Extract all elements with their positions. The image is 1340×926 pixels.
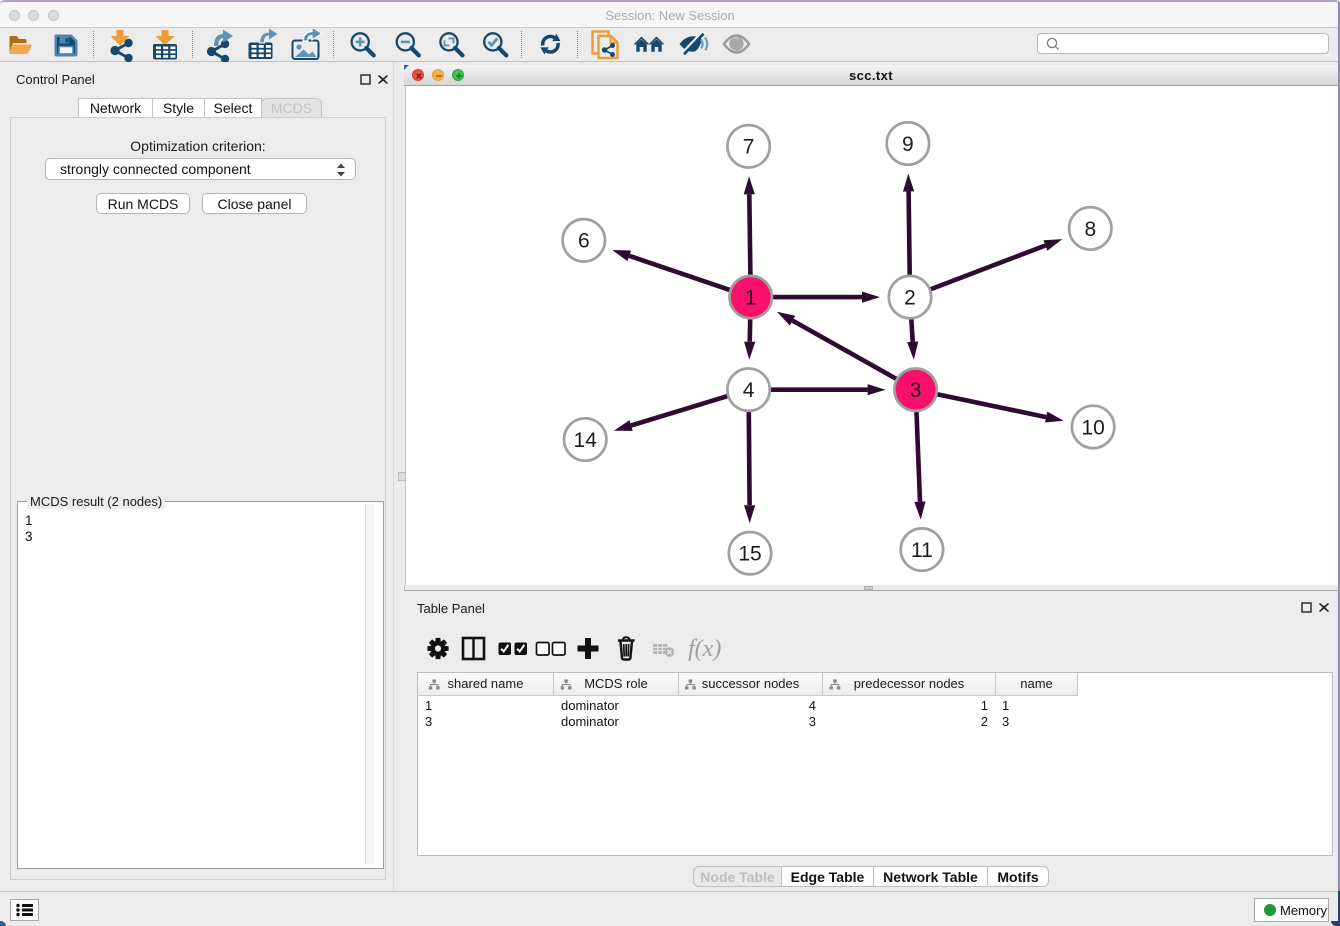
svg-text:11: 11 bbox=[911, 539, 933, 562]
svg-text:8: 8 bbox=[1084, 218, 1096, 241]
svg-text:1: 1 bbox=[745, 287, 757, 310]
svg-text:10: 10 bbox=[1081, 416, 1104, 439]
svg-text:9: 9 bbox=[902, 133, 914, 156]
svg-text:15: 15 bbox=[738, 543, 761, 566]
svg-text:3: 3 bbox=[910, 379, 922, 402]
svg-text:2: 2 bbox=[904, 287, 916, 310]
svg-text:f(x): f(x) bbox=[688, 636, 721, 662]
svg-text:6: 6 bbox=[578, 230, 590, 253]
svg-text:4: 4 bbox=[743, 379, 755, 402]
svg-text:7: 7 bbox=[743, 136, 755, 159]
svg-text:14: 14 bbox=[574, 429, 598, 452]
